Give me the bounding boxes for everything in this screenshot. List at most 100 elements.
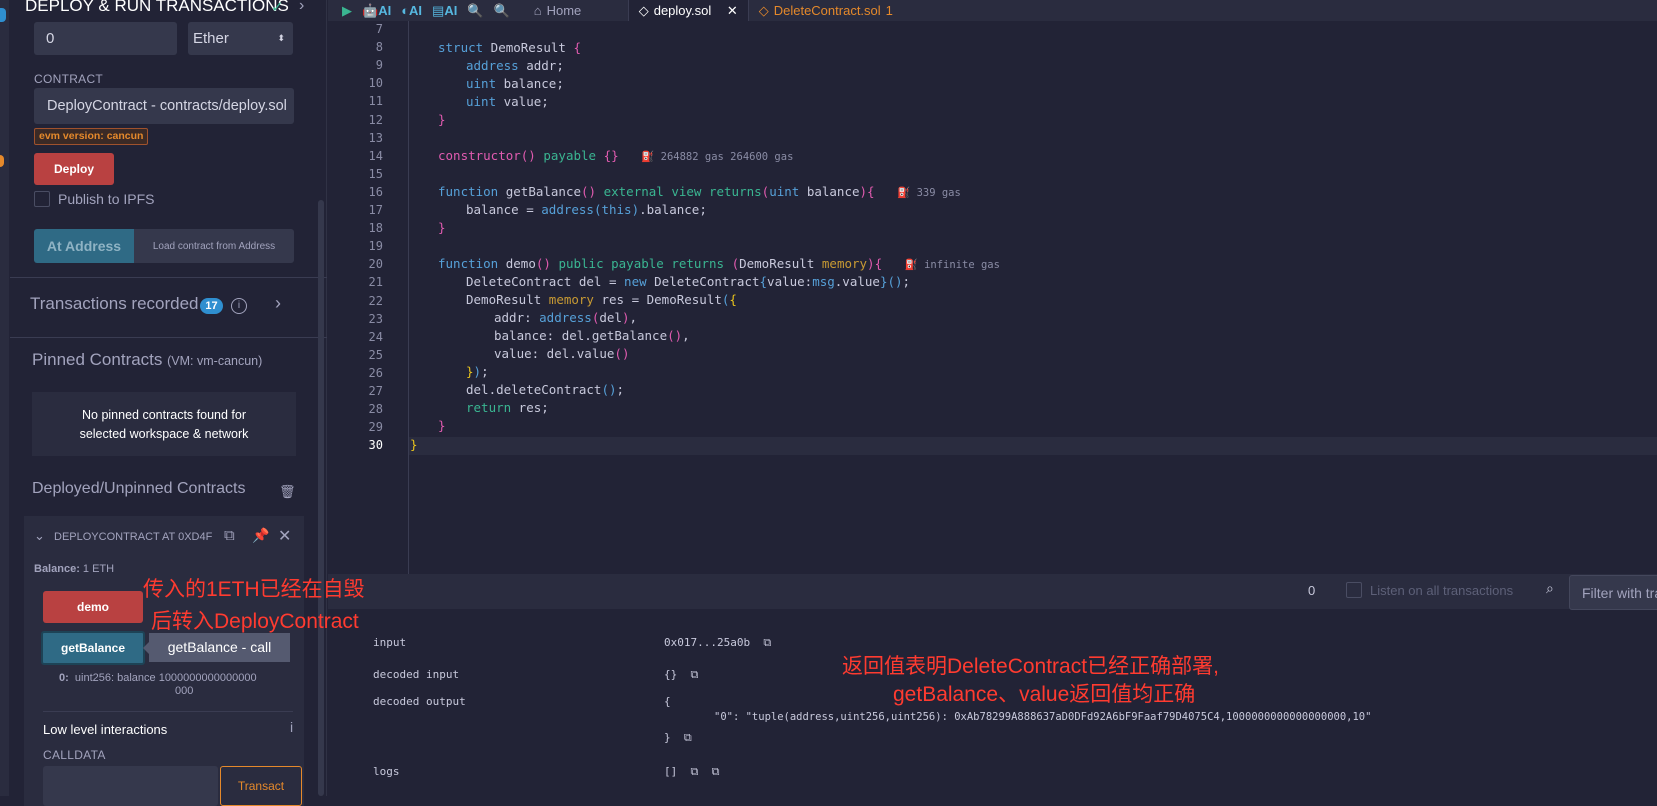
line-number: 20: [368, 257, 383, 272]
copy-icon[interactable]: ⧉: [684, 731, 692, 744]
row-value: [] ⧉ ⧉: [664, 765, 719, 779]
contract-select[interactable]: DeployContract - contracts/deploy.sol: [34, 88, 294, 124]
plugin-icon[interactable]: [0, 8, 6, 22]
pinned-title-text: Pinned Contracts: [32, 350, 163, 369]
output-line1: uint256: balance 1000000000000000: [74, 672, 257, 684]
line-number: 24: [368, 329, 383, 344]
row-value: } ⧉: [664, 731, 692, 745]
listen-checkbox[interactable]: [1346, 582, 1362, 598]
error-count-badge: 1: [885, 3, 893, 18]
row-label: logs: [373, 765, 400, 778]
getbalance-button[interactable]: getBalance: [41, 631, 145, 665]
decoded-output-value: "0": "tuple(address,uint256,uint256): 0x…: [714, 711, 1372, 723]
line-number: 28: [368, 402, 383, 417]
close-icon[interactable]: ✕: [278, 526, 291, 546]
copy-icon[interactable]: ⧉: [763, 636, 771, 649]
decoded-output-close: }: [664, 731, 671, 744]
search-icon[interactable]: ⌕: [1546, 580, 1554, 597]
copy-icon[interactable]: ⧉: [691, 668, 699, 681]
line-number: 18: [368, 221, 383, 236]
ai-label: AI: [378, 2, 392, 18]
no-pinned-line2: selected workspace & network: [79, 427, 249, 441]
tab-label: deploy.sol: [653, 3, 712, 18]
info-icon[interactable]: i: [231, 298, 247, 314]
copy-icon[interactable]: ⧉: [224, 527, 235, 544]
trash-icon[interactable]: 🗑: [279, 484, 296, 500]
plugin-icon[interactable]: [0, 155, 4, 167]
demo-button[interactable]: demo: [43, 591, 143, 623]
row-label: decoded input: [373, 668, 460, 681]
contract-instance-card: ⌄ DEPLOYCONTRACT AT 0XD4F ⧉ 📌 ✕ Balance:…: [24, 516, 304, 806]
ai-assistant-button[interactable]: 🤖AI: [362, 3, 391, 19]
copy-icon[interactable]: ⧉: [691, 765, 699, 778]
low-level-title: Low level interactions: [43, 722, 168, 737]
input-value: 0x017...25a0b: [664, 636, 751, 649]
getbalance-tooltip: getBalance - call: [149, 633, 290, 662]
close-icon[interactable]: ✕: [727, 3, 738, 19]
deploy-run-panel: DEPLOY & RUN TRANSACTIONS ✓ › 0 Ether ⬍ C…: [9, 0, 327, 806]
line-number: 25: [368, 347, 383, 362]
line-number: 15: [368, 166, 383, 181]
solidity-file-icon: ◇: [758, 2, 769, 18]
unit-select[interactable]: Ether ⬍: [188, 22, 293, 55]
tab-home[interactable]: ⌂ Home: [524, 0, 629, 21]
balance-label: Balance:: [34, 563, 80, 575]
zoom-in-icon[interactable]: 🔍: [494, 3, 510, 19]
deployed-contracts-title: Deployed/Unpinned Contracts: [32, 480, 246, 497]
publish-ipfs-checkbox[interactable]: [34, 191, 50, 207]
run-icon[interactable]: ▶: [342, 3, 352, 19]
transactions-recorded-label[interactable]: Transactions recorded: [30, 294, 199, 314]
line-number: 17: [368, 203, 383, 217]
contract-label: CONTRACT: [34, 72, 104, 86]
chevron-right-icon[interactable]: ›: [275, 293, 281, 314]
annotation-left-line1: 传入的1ETH已经在自毁: [143, 578, 365, 601]
annotation-right-line2: getBalance、value返回值均正确: [893, 683, 1196, 706]
value-input[interactable]: 0: [34, 22, 177, 55]
line-number: 16: [368, 184, 383, 199]
tab-deploy-sol[interactable]: ◇ deploy.sol ✕: [628, 0, 749, 21]
divider: [10, 337, 327, 338]
line-number: 7: [375, 22, 383, 36]
line-number: 14: [368, 148, 383, 163]
info-icon[interactable]: i: [290, 719, 293, 735]
ai-toggle-button[interactable]: ◐AI: [401, 3, 422, 18]
line-number: 22: [368, 293, 383, 308]
calldata-input[interactable]: [43, 766, 218, 806]
tab-deletecontract-sol[interactable]: ◇ DeleteContract.sol 1: [749, 0, 903, 21]
panel-scrollbar[interactable]: [318, 200, 324, 796]
chevron-right-icon[interactable]: ›: [299, 0, 304, 15]
line-number: 8: [375, 40, 383, 55]
copy-icon[interactable]: ⧉: [712, 765, 720, 778]
gas-estimate: ⛽ 264882 gas 264600 gas: [641, 151, 794, 163]
transact-button[interactable]: Transact: [220, 766, 302, 806]
divider: [10, 277, 327, 278]
chevron-down-icon[interactable]: ⌄: [34, 528, 45, 544]
unit-select-value: Ether: [193, 30, 229, 47]
icon-strip: [0, 0, 9, 796]
output-line2: 000: [175, 685, 194, 697]
line-number: 27: [368, 384, 383, 398]
no-pinned-line1: No pinned contracts found for: [82, 408, 246, 422]
gas-text: 339 gas: [916, 187, 961, 199]
address-input[interactable]: Load contract from Address: [134, 229, 294, 263]
contract-select-value: DeployContract - contracts/deploy.sol: [47, 98, 287, 114]
zoom-out-icon[interactable]: 🔍: [467, 3, 483, 19]
line-number: 12: [368, 112, 383, 127]
line-number: 30: [368, 438, 383, 453]
pin-icon[interactable]: 📌: [252, 527, 269, 544]
instance-title[interactable]: DEPLOYCONTRACT AT 0XD4F: [54, 531, 212, 543]
deploy-button[interactable]: Deploy: [34, 153, 114, 185]
line-number: 21: [368, 275, 383, 290]
ai-docs-button[interactable]: ▤AI: [432, 3, 457, 19]
annotation-left-line2: 后转入DeployContract: [151, 610, 359, 633]
line-number: 29: [368, 420, 383, 435]
logs-value: []: [664, 765, 678, 778]
at-address-button[interactable]: At Address: [34, 229, 134, 263]
filter-input[interactable]: Filter with transaction hash or address: [1569, 575, 1657, 610]
gas-estimate: ⛽ infinite gas: [904, 259, 1000, 271]
editor-toolbar: ▶ 🤖AI ◐AI ▤AI 🔍 🔍: [328, 0, 524, 21]
pending-count: 0: [1308, 583, 1316, 598]
line-number: 23: [368, 311, 383, 326]
pinned-contracts-title: Pinned Contracts (VM: vm-cancun): [32, 350, 262, 370]
decoded-output-open: {: [664, 695, 671, 708]
